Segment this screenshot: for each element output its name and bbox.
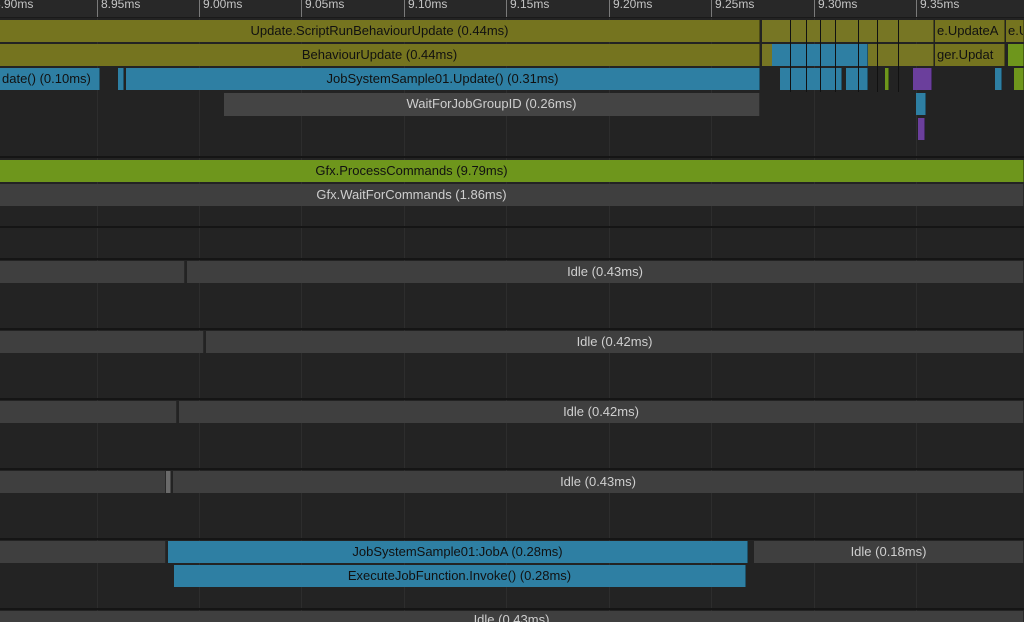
job-sample-update-bar[interactable]: JobSystemSample01.Update() (0.31ms) [126,68,760,90]
gridline [814,17,815,622]
sample-divider [820,20,821,92]
thread-separator [0,258,1024,260]
wait-for-job-group-bar[interactable]: WaitForJobGroupID (0.26ms) [224,93,760,116]
thread-separator [0,608,1024,610]
worker-idle-bar[interactable]: Idle (0.43ms) [187,261,1024,283]
sample-bar[interactable] [916,93,926,115]
previous-update-bar[interactable]: date() (0.10ms) [0,68,100,90]
gridline [97,17,98,622]
sample-divider [806,20,807,92]
worker-idle-bar[interactable] [0,401,177,423]
small-job-bar[interactable] [118,68,124,90]
ruler-tick: 9.35ms [916,0,959,17]
sample-bar[interactable] [1008,44,1024,66]
thread-separator [0,398,1024,400]
worker-idle-bar[interactable]: Idle (0.18ms) [754,541,1024,563]
ruler-tick: 9.25ms [711,0,754,17]
thread-separator [0,328,1024,330]
gfx-process-commands-bar[interactable]: Gfx.ProcessCommands (9.79ms) [0,160,1024,182]
ruler-tick: 9.15ms [506,0,549,17]
execute-job-function-bar[interactable]: ExecuteJobFunction.Invoke() (0.28ms) [174,565,746,587]
script-run-next-bar[interactable]: e.U [1006,20,1024,42]
sample-divider [898,20,899,92]
ruler-tick: 9.00ms [199,0,242,17]
behaviour-update-bar[interactable]: BehaviourUpdate (0.44ms) [0,44,760,66]
worker-idle-bar[interactable]: Idle (0.43ms) [173,471,1024,493]
worker-idle-bar[interactable]: Idle (0.42ms) [179,401,1024,423]
sample-divider [858,20,859,92]
worker-idle-bar[interactable] [0,261,185,283]
sample-divider [790,20,791,92]
sample-bar[interactable] [995,68,1002,90]
worker-idle-bar[interactable] [0,471,166,493]
script-run-behaviour-update-bar[interactable]: Update.ScriptRunBehaviourUpdate (0.44ms) [0,20,760,42]
profiler-timeline[interactable]: 8.90ms 8.95ms 9.00ms 9.05ms 9.10ms 9.15m… [0,0,1024,622]
behaviour-update-next-bar[interactable]: ger.Updat [935,44,1005,66]
worker-idle-bar[interactable] [0,541,166,563]
gridline [199,17,200,622]
thread-separator [0,538,1024,540]
sample-divider [877,20,878,92]
sample-bar[interactable] [846,68,868,90]
worker-idle-bar[interactable]: Idle (0.42ms) [206,331,1024,353]
sample-bar[interactable] [762,20,934,42]
thread-separator [0,468,1024,470]
sample-bar[interactable] [918,118,925,140]
sample-bar[interactable] [885,68,889,90]
thread-separator [0,156,1024,158]
script-run-next-bar[interactable]: e.UpdateA [935,20,1005,42]
ruler-tick: 9.20ms [609,0,652,17]
ruler-tick: 9.05ms [301,0,344,17]
sample-divider [835,20,836,92]
time-ruler[interactable]: 8.90ms 8.95ms 9.00ms 9.05ms 9.10ms 9.15m… [0,0,1024,18]
gfx-wait-for-commands-bar[interactable]: Gfx.WaitForCommands (1.86ms) [0,184,1024,206]
worker-idle-bar[interactable]: Idle (0.43ms) [0,611,1024,622]
sample-bar[interactable] [913,68,932,90]
thread-separator [0,226,1024,228]
ruler-tick: 8.95ms [97,0,140,17]
job-a-bar[interactable]: JobSystemSample01:JobA (0.28ms) [168,541,748,563]
ruler-tick: 9.10ms [404,0,447,17]
ruler-tick: 9.30ms [814,0,857,17]
sample-bar[interactable] [1014,68,1024,90]
worker-idle-bar[interactable] [0,331,204,353]
worker-sample-bar[interactable] [166,471,171,493]
